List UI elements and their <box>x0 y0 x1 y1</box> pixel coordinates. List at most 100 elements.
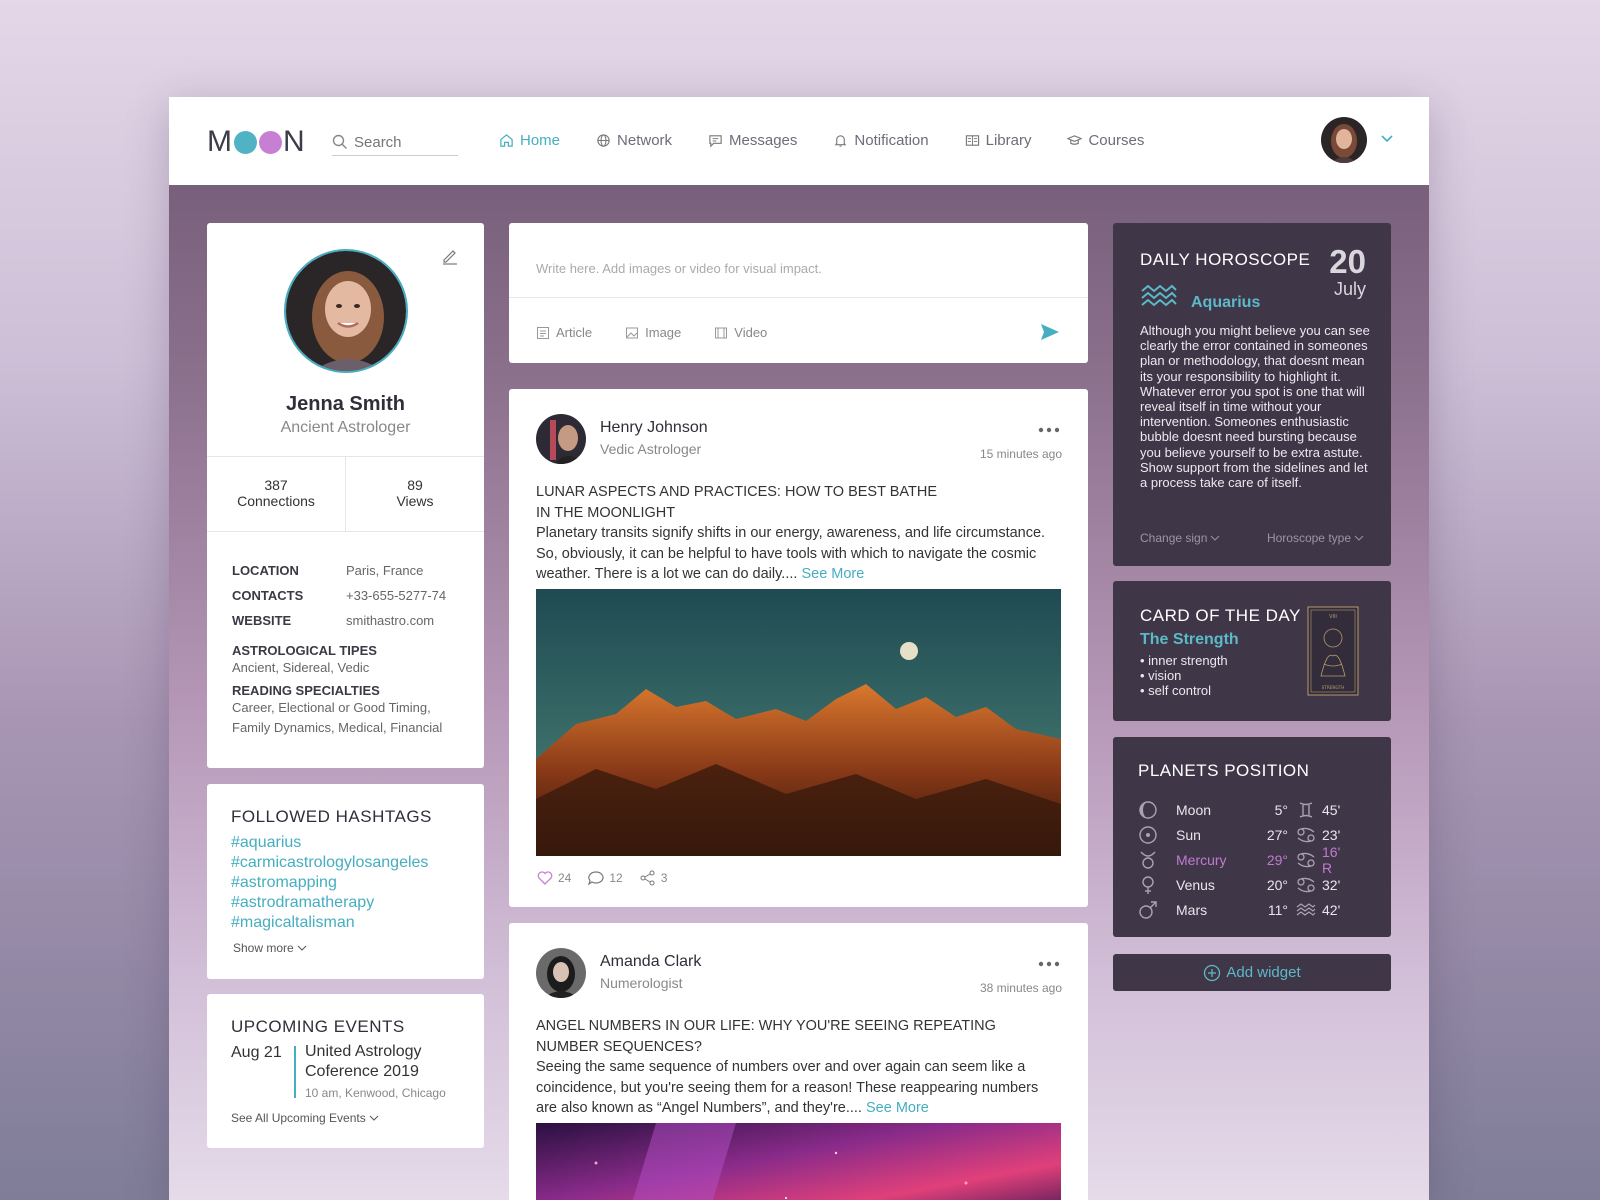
planet-row-moon: Moon 5° 45' <box>1138 799 1378 821</box>
post-title-line1: LUNAR ASPECTS AND PRACTICES: HOW TO BEST… <box>536 484 937 500</box>
horoscope-type-dropdown[interactable]: Horoscope type <box>1267 531 1364 545</box>
card-traits: • inner strength • vision • self control <box>1140 653 1228 698</box>
edit-pencil-icon[interactable] <box>441 247 459 265</box>
hashtag-link[interactable]: #magicaltalisman <box>231 913 428 933</box>
post-author-name[interactable]: Henry Johnson <box>600 419 708 437</box>
share-count: 3 <box>660 871 668 885</box>
nav-messages[interactable]: Messages <box>708 127 797 153</box>
post-image-cosmic[interactable] <box>536 1123 1061 1200</box>
horoscope-links: Change sign Horoscope type <box>1140 531 1364 545</box>
nav-notification[interactable]: Notification <box>833 127 929 153</box>
horoscope-title: DAILY HOROSCOPE <box>1140 250 1311 269</box>
change-sign-dropdown[interactable]: Change sign <box>1140 531 1220 545</box>
user-avatar[interactable] <box>1321 117 1367 163</box>
profile-name: Jenna Smith <box>286 393 405 415</box>
post-title-line2: IN THE MOONLIGHT <box>536 504 676 521</box>
search-box <box>332 129 458 156</box>
planet-degrees: 5° <box>1274 802 1288 818</box>
share-button[interactable]: 3 <box>639 869 668 887</box>
see-more-link[interactable]: See More <box>801 566 864 582</box>
search-input[interactable] <box>354 133 454 151</box>
main-nav: Home Network Messages Notification Libra… <box>499 127 1180 153</box>
post-author-avatar[interactable] <box>536 948 586 998</box>
planet-name: Mars <box>1176 902 1208 918</box>
contacts-label: CONTACTS <box>232 588 304 603</box>
see-more-link[interactable]: See More <box>866 1100 929 1116</box>
upcoming-events-card: UPCOMING EVENTS Aug 21 United Astrology … <box>207 994 484 1148</box>
logo-letter-n: N <box>283 125 306 158</box>
hashtag-link[interactable]: #carmicastrologylosangeles <box>231 853 428 873</box>
card-trait: • inner strength <box>1140 653 1228 668</box>
profile-stats: 387 Connections 89 Views <box>207 456 484 532</box>
message-icon <box>709 134 722 147</box>
aquarius-icon <box>1296 903 1316 916</box>
comment-icon <box>588 871 604 886</box>
post-image-moon-mountains[interactable] <box>536 589 1061 856</box>
profile-photo <box>284 249 408 373</box>
connections-stat[interactable]: 387 Connections <box>207 457 345 531</box>
hashtag-list: #aquarius #carmicastrologylosangeles #as… <box>231 833 428 933</box>
post-author-name[interactable]: Amanda Clark <box>600 953 701 971</box>
hashtag-link[interactable]: #astromapping <box>231 873 428 893</box>
planet-minutes: 32' <box>1322 877 1341 893</box>
chevron-down-icon[interactable] <box>1379 131 1395 147</box>
sun-icon <box>1139 826 1157 844</box>
article-button[interactable]: Article <box>536 325 592 340</box>
more-options-icon[interactable] <box>1038 427 1060 433</box>
taurus-icon <box>1140 851 1156 869</box>
horoscope-type-label: Horoscope type <box>1266 531 1351 545</box>
add-widget-button[interactable]: Add widget <box>1113 954 1391 991</box>
video-icon <box>715 327 728 338</box>
more-options-icon[interactable] <box>1038 961 1060 967</box>
show-more-link[interactable]: Show more <box>233 941 307 955</box>
tarot-caption: STRENGTH <box>1322 685 1345 690</box>
nav-home[interactable]: Home <box>499 127 560 153</box>
nav-library[interactable]: Library <box>965 127 1032 153</box>
bell-icon <box>835 134 847 147</box>
hashtag-link[interactable]: #astrodramatherapy <box>231 893 428 913</box>
see-all-events-link[interactable]: See All Upcoming Events <box>231 1111 379 1125</box>
planet-row-venus: Venus 20° 32' <box>1138 874 1378 896</box>
like-count: 24 <box>558 871 572 885</box>
card-name[interactable]: The Strength <box>1140 631 1239 649</box>
views-stat[interactable]: 89 Views <box>345 457 484 531</box>
website-link[interactable]: smithastro.com <box>346 613 434 638</box>
card-trait: • self control <box>1140 683 1212 698</box>
hashtags-title: FOLLOWED HASHTAGS <box>231 807 432 826</box>
post-timestamp: 38 minutes ago <box>979 981 1062 995</box>
post-title-line2: NUMBER SEQUENCES? <box>536 1038 702 1055</box>
like-button[interactable]: 24 <box>536 869 571 887</box>
cancer-icon <box>1297 827 1315 843</box>
chevron-down-icon <box>369 1115 379 1121</box>
planet-row-mars: Mars 11° 42' <box>1138 899 1378 921</box>
image-button[interactable]: Image <box>625 325 681 340</box>
article-label: Article <box>556 325 593 340</box>
comment-button[interactable]: 12 <box>587 869 623 887</box>
see-all-events-label: See All Upcoming Events <box>231 1111 366 1125</box>
post-author-avatar[interactable] <box>536 414 586 464</box>
app-window: M N Home Network Messages Not <box>169 97 1429 1200</box>
planet-row-sun: Sun 27° 23' <box>1138 824 1378 846</box>
views-count: 89 <box>407 477 423 493</box>
send-icon[interactable] <box>1039 321 1061 343</box>
chevron-down-icon <box>297 945 307 951</box>
nav-network[interactable]: Network <box>596 127 672 153</box>
hashtag-link[interactable]: #aquarius <box>231 833 428 853</box>
video-label: Video <box>734 325 768 340</box>
cancer-icon <box>1297 852 1315 868</box>
globe-icon <box>597 133 610 147</box>
comment-count: 12 <box>609 871 623 885</box>
image-icon <box>626 327 639 338</box>
top-navigation-bar: M N Home Network Messages Not <box>169 97 1429 185</box>
video-button[interactable]: Video <box>714 325 767 340</box>
post-timestamp: 15 minutes ago <box>979 447 1062 461</box>
change-sign-label: Change sign <box>1140 531 1208 545</box>
moon-logo[interactable]: M N <box>207 125 306 158</box>
composer-input[interactable]: Write here. Add images or video for visu… <box>536 261 822 276</box>
home-icon <box>500 133 513 147</box>
nav-courses[interactable]: Courses <box>1067 127 1144 153</box>
tarot-card-image[interactable]: VIII STRENGTH <box>1307 606 1359 696</box>
planet-name: Mercury <box>1176 852 1227 868</box>
nav-library-label: Library <box>985 131 1032 149</box>
event-title[interactable]: United Astrology Coference 2019 <box>305 1042 465 1082</box>
